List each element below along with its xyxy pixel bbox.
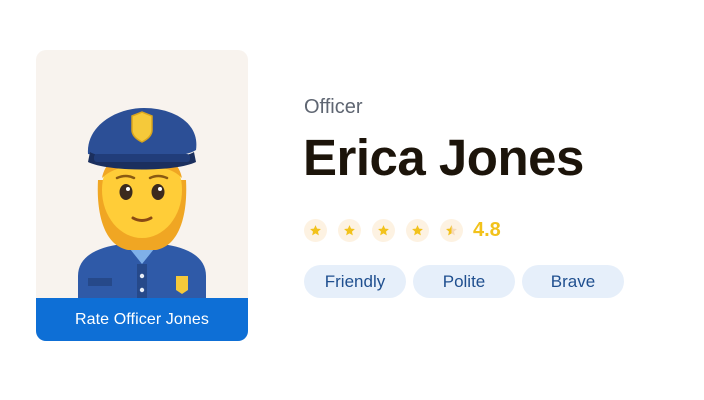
officer-card: Rate Officer Jones [36,50,248,341]
trait-tags: Friendly Polite Brave [304,265,631,298]
tag-friendly[interactable]: Friendly [304,265,406,298]
tag-brave[interactable]: Brave [522,265,624,298]
star-icon [406,218,429,242]
rating-value: 4.8 [473,218,501,241]
rate-officer-button[interactable]: Rate Officer Jones [36,298,248,341]
officer-profile: Rate Officer Jones Officer Erica Jones 4… [0,0,704,400]
officer-role: Officer [304,96,363,118]
officer-name: Erica Jones [303,129,584,186]
star-icon [304,218,327,242]
half-star-icon [440,218,463,242]
rating-row: 4.8 [304,218,501,242]
police-officer-avatar [78,108,206,298]
tag-polite[interactable]: Polite [413,265,515,298]
star-icon [338,218,361,242]
star-icon [372,218,395,242]
